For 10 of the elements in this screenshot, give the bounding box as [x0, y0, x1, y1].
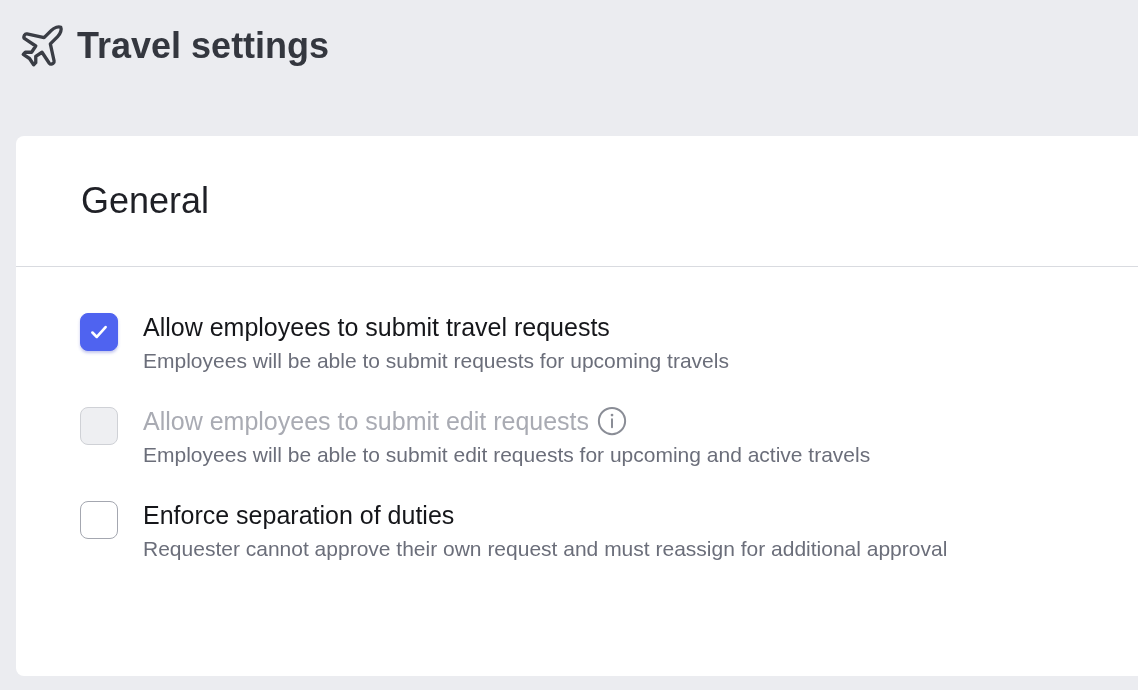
- checkbox[interactable]: [80, 501, 118, 539]
- option-description: Employees will be able to submit edit requests for upcoming and active travels: [143, 443, 871, 467]
- section-title: General: [81, 180, 210, 222]
- option-description: Requester cannot approve their own request and must reassign for additional approval: [143, 537, 948, 561]
- option-label: Allow employees to submit edit requests: [143, 406, 590, 436]
- checkbox[interactable]: [80, 313, 118, 351]
- option-label: Enforce separation of duties: [143, 500, 455, 530]
- page-title: Travel settings: [77, 25, 330, 67]
- option-description: Employees will be able to submit requests for upcoming travels: [143, 349, 729, 373]
- option-label: Allow employees to submit travel requests: [143, 312, 610, 342]
